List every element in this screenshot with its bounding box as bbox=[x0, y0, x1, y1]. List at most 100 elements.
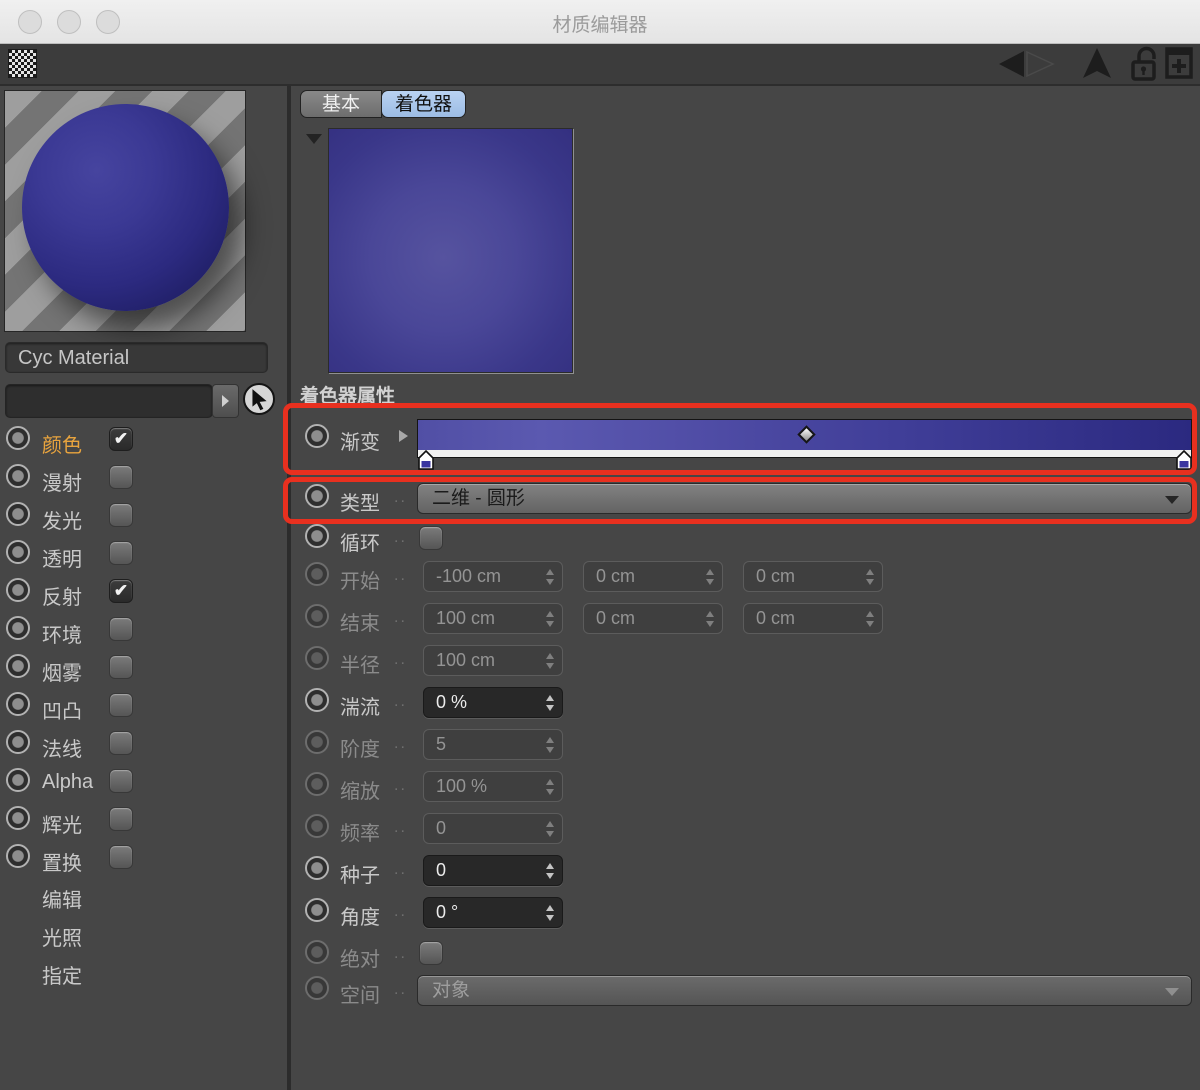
prop-radio-cycle[interactable] bbox=[305, 524, 329, 548]
prop-radio-absolute[interactable] bbox=[305, 940, 329, 964]
prop-radio-scale[interactable] bbox=[305, 772, 329, 796]
seed-field[interactable]: 0 bbox=[423, 855, 563, 886]
absolute-checkbox[interactable] bbox=[419, 941, 443, 965]
channel-checkbox[interactable] bbox=[109, 845, 133, 869]
channel-radio[interactable] bbox=[6, 578, 30, 602]
radius-field[interactable]: 100 cm bbox=[423, 645, 563, 676]
channel-radio[interactable] bbox=[6, 844, 30, 868]
prop-radio-space[interactable] bbox=[305, 976, 329, 1000]
channel-label[interactable]: Alpha bbox=[42, 771, 93, 794]
material-preview[interactable] bbox=[4, 90, 246, 332]
channel-radio[interactable] bbox=[6, 654, 30, 678]
channel-checkbox[interactable] bbox=[109, 693, 133, 717]
field-value: 5 bbox=[436, 734, 447, 754]
channel-label[interactable]: 辉光 bbox=[42, 809, 82, 838]
channel-label[interactable]: 编辑 bbox=[42, 884, 82, 913]
frequency-field[interactable]: 0 bbox=[423, 813, 563, 844]
tab-basic[interactable]: 基本 bbox=[300, 90, 382, 118]
highlight-gradient-row bbox=[283, 403, 1197, 475]
spinner-icon[interactable] bbox=[545, 569, 555, 585]
channel-label[interactable]: 指定 bbox=[42, 960, 82, 989]
channel-checkbox[interactable] bbox=[109, 617, 133, 641]
leader-dots: .. bbox=[394, 735, 407, 752]
channel-label[interactable]: 透明 bbox=[42, 543, 82, 572]
prop-radio-turbulence[interactable] bbox=[305, 688, 329, 712]
channel-checkbox[interactable] bbox=[109, 655, 133, 679]
channel-checkbox[interactable] bbox=[109, 731, 133, 755]
prop-radio-octaves[interactable] bbox=[305, 730, 329, 754]
pattern-swatch-icon[interactable] bbox=[8, 49, 37, 78]
channel-label[interactable]: 发光 bbox=[42, 505, 82, 534]
channel-label[interactable]: 颜色 bbox=[42, 429, 82, 458]
end-x-field[interactable]: 100 cm bbox=[423, 603, 563, 634]
cycle-checkbox[interactable] bbox=[419, 526, 443, 550]
channel-checkbox[interactable] bbox=[109, 503, 133, 527]
spinner-icon[interactable] bbox=[545, 779, 555, 795]
channel-radio[interactable] bbox=[6, 426, 30, 450]
channel-checkbox[interactable] bbox=[109, 541, 133, 565]
spinner-icon[interactable] bbox=[545, 821, 555, 837]
forward-arrow-icon[interactable] bbox=[1021, 44, 1063, 84]
spinner-icon[interactable] bbox=[545, 863, 555, 879]
space-dropdown[interactable]: 对象 bbox=[417, 975, 1192, 1006]
texture-input[interactable] bbox=[5, 384, 213, 418]
picker-button[interactable] bbox=[243, 383, 275, 415]
start-x-field[interactable]: -100 cm bbox=[423, 561, 563, 592]
channel-label[interactable]: 置换 bbox=[42, 847, 82, 876]
channel-checkbox[interactable] bbox=[109, 769, 133, 793]
channel-label[interactable]: 烟雾 bbox=[42, 657, 82, 686]
channel-label[interactable]: 环境 bbox=[42, 619, 82, 648]
prop-radio-seed[interactable] bbox=[305, 856, 329, 880]
unlock-icon[interactable] bbox=[1130, 44, 1160, 84]
collapse-arrow-icon[interactable] bbox=[306, 134, 322, 144]
channel-checkbox[interactable]: ✔ bbox=[109, 427, 133, 451]
channel-checkbox[interactable] bbox=[109, 465, 133, 489]
tab-shader[interactable]: 着色器 bbox=[381, 90, 466, 118]
add-material-icon[interactable] bbox=[1164, 44, 1194, 84]
channel-label[interactable]: 漫射 bbox=[42, 467, 82, 496]
channel-label[interactable]: 凹凸 bbox=[42, 695, 82, 724]
channel-radio[interactable] bbox=[6, 540, 30, 564]
up-arrow-icon[interactable] bbox=[1080, 44, 1114, 84]
angle-field[interactable]: 0 ° bbox=[423, 897, 563, 928]
prop-radio-end[interactable] bbox=[305, 604, 329, 628]
spinner-icon[interactable] bbox=[705, 611, 715, 627]
scale-field[interactable]: 100 % bbox=[423, 771, 563, 802]
channel-radio[interactable] bbox=[6, 464, 30, 488]
spinner-icon[interactable] bbox=[865, 569, 875, 585]
spinner-icon[interactable] bbox=[545, 611, 555, 627]
spinner-icon[interactable] bbox=[705, 569, 715, 585]
spinner-icon[interactable] bbox=[545, 653, 555, 669]
shader-preview[interactable] bbox=[328, 128, 573, 373]
space-dropdown-value: 对象 bbox=[432, 980, 471, 1001]
channel-checkbox[interactable] bbox=[109, 807, 133, 831]
material-name-field[interactable]: Cyc Material bbox=[5, 342, 268, 373]
texture-browse-button[interactable] bbox=[212, 384, 239, 418]
prop-radio-radius[interactable] bbox=[305, 646, 329, 670]
channel-label[interactable]: 反射 bbox=[42, 581, 82, 610]
octaves-field[interactable]: 5 bbox=[423, 729, 563, 760]
prop-radio-frequency[interactable] bbox=[305, 814, 329, 838]
titlebar: 材质编辑器 bbox=[0, 0, 1200, 44]
channel-radio[interactable] bbox=[6, 806, 30, 830]
channel-radio[interactable] bbox=[6, 616, 30, 640]
start-y-field[interactable]: 0 cm bbox=[583, 561, 723, 592]
channel-checkbox[interactable]: ✔ bbox=[109, 579, 133, 603]
channel-radio[interactable] bbox=[6, 730, 30, 754]
channel-radio[interactable] bbox=[6, 502, 30, 526]
end-y-field[interactable]: 0 cm bbox=[583, 603, 723, 634]
end-z-field[interactable]: 0 cm bbox=[743, 603, 883, 634]
prop-radio-start[interactable] bbox=[305, 562, 329, 586]
spinner-icon[interactable] bbox=[545, 905, 555, 921]
field-value: 0 cm bbox=[596, 608, 636, 628]
turbulence-field[interactable]: 0 % bbox=[423, 687, 563, 718]
spinner-icon[interactable] bbox=[865, 611, 875, 627]
prop-radio-angle[interactable] bbox=[305, 898, 329, 922]
start-z-field[interactable]: 0 cm bbox=[743, 561, 883, 592]
spinner-icon[interactable] bbox=[545, 695, 555, 711]
channel-radio[interactable] bbox=[6, 692, 30, 716]
channel-label[interactable]: 光照 bbox=[42, 922, 82, 951]
spinner-icon[interactable] bbox=[545, 737, 555, 753]
channel-radio[interactable] bbox=[6, 768, 30, 792]
channel-label[interactable]: 法线 bbox=[42, 733, 82, 762]
